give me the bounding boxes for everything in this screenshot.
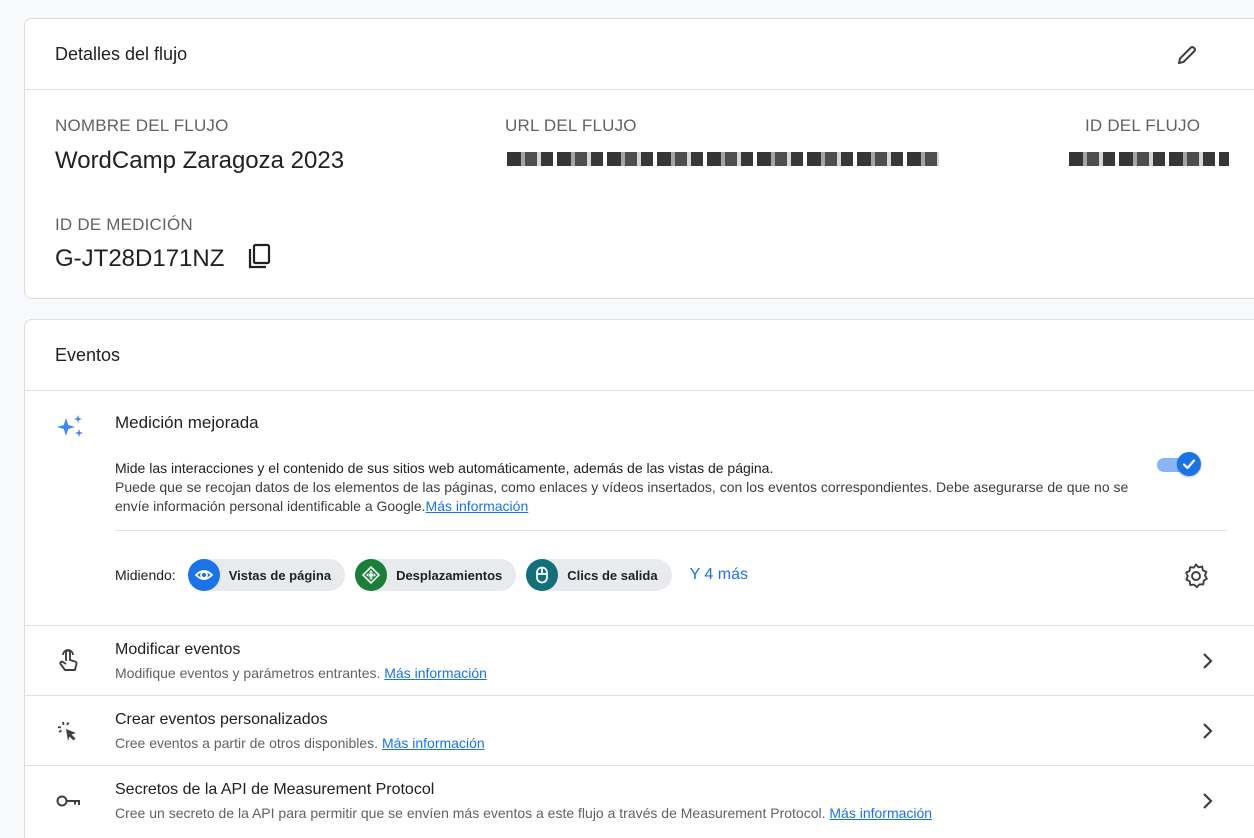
create-custom-events-more-info-link[interactable]: Más información	[382, 735, 485, 751]
chip-scrolls-label: Desplazamientos	[396, 567, 503, 583]
modify-events-title: Modificar eventos	[115, 641, 241, 658]
pencil-icon	[1178, 46, 1196, 64]
chevron-right-icon	[1203, 793, 1213, 809]
edit-button[interactable]	[1173, 41, 1201, 69]
measurement-protocol-title: Secretos de la API de Measurement Protoc…	[115, 781, 435, 798]
measurement-protocol-more-info-link[interactable]: Más información	[829, 805, 932, 821]
copy-button[interactable]	[247, 243, 273, 271]
flow-id-label: ID DEL FLUJO	[1085, 116, 1201, 135]
enhanced-divider	[115, 530, 1227, 531]
enhanced-measurement-toggle[interactable]	[1155, 452, 1201, 476]
enhanced-more-info-link[interactable]: Más información	[426, 498, 529, 514]
enhanced-desc-line2: Puede que se recojan datos de los elemen…	[115, 479, 1129, 514]
check-icon	[1182, 459, 1196, 470]
flow-details-title: Detalles del flujo	[55, 43, 188, 64]
enhanced-desc-line1: Mide las interacciones y el contenido de…	[115, 460, 774, 476]
more-events-link[interactable]: Y 4 más	[690, 566, 748, 584]
measuring-label: Midiendo:	[115, 567, 176, 583]
flow-url-redacted	[507, 152, 939, 166]
create-custom-events-subtitle-text: Cree eventos a partir de otros disponibl…	[115, 735, 379, 751]
flow-name-label: NOMBRE DEL FLUJO	[55, 116, 229, 135]
modify-events-subtitle-text: Modifique eventos y parámetros entrantes…	[115, 665, 381, 681]
sparkle-icon	[55, 413, 87, 446]
modify-events-row[interactable]: Modificar eventos Modifique eventos y pa…	[25, 625, 1254, 695]
measurement-protocol-subtitle: Cree un secreto de la API para permitir …	[115, 805, 932, 821]
measurement-protocol-subtitle-text: Cree un secreto de la API para permitir …	[115, 805, 826, 821]
flow-url-label: URL DEL FLUJO	[505, 116, 637, 135]
create-custom-events-title: Crear eventos personalizados	[115, 711, 328, 728]
touch-icon	[55, 648, 81, 674]
measurement-id-label: ID DE MEDICIÓN	[55, 215, 193, 234]
modify-events-subtitle: Modifique eventos y parámetros entrantes…	[115, 665, 487, 681]
mouse-icon	[526, 559, 559, 591]
measurement-protocol-row[interactable]: Secretos de la API de Measurement Protoc…	[25, 765, 1254, 835]
create-custom-events-subtitle: Cree eventos a partir de otros disponibl…	[115, 735, 485, 751]
enhanced-measurement-description: Mide las interacciones y el contenido de…	[115, 459, 1155, 516]
copy-icon	[248, 243, 271, 269]
chevron-right-icon	[1203, 723, 1213, 739]
events-title: Eventos	[55, 344, 121, 365]
chevron-right-icon	[1203, 653, 1213, 669]
measuring-row: Midiendo: Vistas de página Desplazamient…	[115, 559, 748, 591]
chip-outbound-clicks-label: Clics de salida	[567, 567, 658, 583]
chip-page-views-label: Vistas de página	[228, 567, 332, 583]
scroll-icon	[355, 559, 388, 591]
flow-details-card: Detalles del flujo NOMBRE DEL FLUJO Word…	[24, 18, 1254, 299]
chip-outbound-clicks[interactable]: Clics de salida	[526, 559, 672, 591]
chip-page-views[interactable]: Vistas de página	[187, 559, 346, 591]
gear-icon	[1185, 563, 1208, 589]
eye-icon	[187, 559, 220, 591]
chip-scrolls[interactable]: Desplazamientos	[355, 559, 517, 591]
flow-id-redacted	[1069, 152, 1229, 166]
key-icon	[55, 788, 81, 814]
events-header: Eventos	[25, 320, 1254, 391]
flow-details-header: Detalles del flujo	[25, 19, 1254, 90]
create-custom-events-row[interactable]: Crear eventos personalizados Cree evento…	[25, 695, 1254, 765]
modify-events-more-info-link[interactable]: Más información	[384, 665, 487, 681]
click-icon	[55, 718, 81, 744]
events-card: Eventos Medición mejorada Mide las inter…	[24, 319, 1254, 838]
flow-name-value: WordCamp Zaragoza 2023	[55, 147, 345, 174]
toggle-knob	[1177, 452, 1201, 476]
measurement-id-value: G-JT28D171NZ	[55, 245, 225, 272]
enhanced-measurement-title: Medición mejorada	[115, 413, 259, 432]
settings-button[interactable]	[1183, 563, 1209, 589]
